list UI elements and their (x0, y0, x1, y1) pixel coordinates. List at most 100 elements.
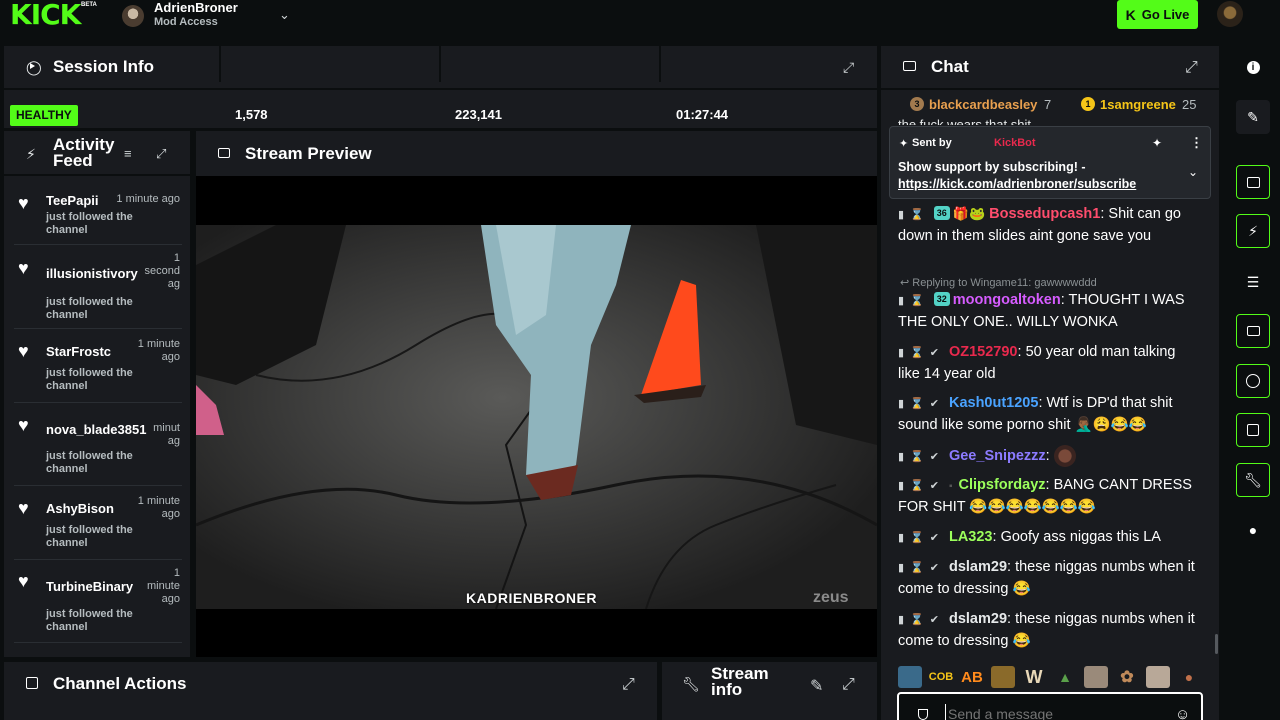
chat-username[interactable]: Bossedupcash1 (989, 206, 1100, 222)
chat-username[interactable]: Gee_Snipezzz (949, 448, 1046, 464)
more-icon[interactable]: ⋮ (1190, 135, 1203, 151)
feed-username[interactable]: AshyBison (46, 501, 114, 516)
go-live-button[interactable]: K Go Live (1117, 0, 1198, 29)
chat-username[interactable]: LA323 (949, 529, 993, 545)
info-icon[interactable]: i (1236, 50, 1270, 84)
chevron-down-icon[interactable]: ⌄ (1188, 165, 1198, 179)
expand-icon[interactable]: ⤢ (1185, 59, 1198, 77)
chat-message[interactable]: ▮⌛ 36 🎁🐸 Bossedupcash1: Shit can go down in… (898, 203, 1198, 247)
feed-action: just followed the channel (46, 211, 133, 236)
channel-avatar[interactable] (122, 5, 144, 27)
stream-preview-icon[interactable] (1236, 165, 1270, 199)
stat-uptime: 01:27:44 (676, 107, 729, 122)
mod-badges-icon: ▮⌛✔ (898, 614, 945, 626)
emote-ab[interactable]: AB (960, 666, 984, 688)
emote-icon[interactable] (1146, 666, 1170, 688)
chat-message[interactable]: ▮⌛✔ dslam29: these niggas numbs when it c… (898, 609, 1198, 652)
emote-cob[interactable]: COB (929, 666, 953, 688)
feed-username[interactable]: TurbineBinary (46, 579, 133, 594)
channel-actions-panel: Channel Actions ⤢ (4, 662, 657, 720)
gifter-rank-badge: 1 (1081, 97, 1095, 111)
chat-message[interactable]: ▮⌛ 32 moongoaltoken: THOUGHT I WAS THE ONL… (898, 290, 1198, 333)
pinned-sender[interactable]: KickBot (994, 137, 1036, 149)
beta-badge: BETA (81, 2, 97, 8)
filter-icon[interactable]: ≡ (124, 146, 132, 161)
chat-input[interactable] (945, 704, 1165, 720)
divider (219, 46, 221, 82)
pinned-link[interactable]: https://kick.com/adrienbroner/subscribe (898, 177, 1136, 191)
lightning-icon: ⚡︎ (26, 146, 36, 162)
emoji-icon[interactable]: ☺ (1175, 706, 1190, 720)
channel-actions-title: Channel Actions (53, 674, 187, 693)
activity-feed-title-line2: Feed (53, 151, 93, 170)
divider (14, 328, 182, 329)
chat-message[interactable]: ▮⌛✔ LA323: Goofy ass niggas this LA (898, 527, 1198, 549)
emote-icon[interactable]: ● (1177, 666, 1201, 688)
feed-username[interactable]: illusionistivory (46, 266, 138, 281)
chat-input-container[interactable]: ☺ (897, 692, 1203, 720)
emote-icon[interactable] (1084, 666, 1108, 688)
divider (14, 244, 182, 245)
feed-username[interactable]: StarFrostc (46, 344, 111, 359)
top-gifter-name[interactable]: 1samgreene (1100, 97, 1176, 112)
video-player[interactable]: KADRIENBRONER zeus (196, 225, 877, 609)
lightning-icon[interactable]: ⚡︎ (1236, 214, 1270, 248)
colon: : (1007, 559, 1016, 575)
top-gifter-name[interactable]: blackcardbeasley (929, 97, 1037, 112)
emote-icon[interactable]: ✿ (1115, 666, 1139, 688)
video-frame (196, 225, 877, 609)
chevron-down-icon[interactable]: ⌄ (279, 7, 290, 23)
expand-icon[interactable]: ⤢ (622, 676, 635, 694)
channel-name[interactable]: AdrienBroner (154, 0, 238, 15)
chat-username[interactable]: OZ152790 (949, 344, 1018, 360)
heart-icon: ♥ (18, 193, 29, 213)
emote-icon[interactable]: ▲ (1053, 666, 1077, 688)
chat-username[interactable]: dslam29 (949, 611, 1007, 627)
expand-icon[interactable]: ⤢ (156, 146, 166, 162)
mod-badges-icon: ▮⌛✔ (898, 532, 945, 544)
subscriber-badge: 32 (933, 292, 950, 306)
expand-icon[interactable]: ⤢ (842, 676, 855, 694)
go-live-label: Go Live (1141, 7, 1190, 22)
kick-logo[interactable]: KICK (10, 1, 81, 29)
chat-bubble-icon[interactable] (1236, 314, 1270, 348)
chat-message[interactable]: ▮⌛✔ Gee_Snipezzz: (898, 445, 1198, 468)
session-info-title: Session Info (53, 57, 155, 76)
emote-icon[interactable] (898, 666, 922, 688)
activity-feed-panel: ⚡︎ Activity Feed ≡ ⤢ ♥ TeePapii 1 minute… (4, 131, 190, 657)
actions-icon[interactable] (1236, 413, 1270, 447)
chat-message[interactable]: ▮⌛✔ OZ152790: 50 year old man talking lik… (898, 342, 1198, 385)
expand-icon[interactable]: ⤢ (843, 59, 854, 76)
feed-username[interactable]: nova_blade3851 (46, 422, 146, 437)
chat-message[interactable]: ▮⌛✔ Kash0ut1205: Wtf is DP'd that shit so… (898, 393, 1198, 436)
feed-time: 1 minute ago (146, 567, 180, 605)
emote-icon[interactable] (991, 666, 1015, 688)
user-avatar[interactable] (1217, 1, 1243, 27)
list-icon[interactable]: ☰ (1236, 265, 1270, 299)
stat-followers: 223,141 (455, 107, 502, 122)
emote-w[interactable]: W (1022, 666, 1046, 688)
badge-icon: ▪ (948, 481, 953, 492)
mod-badges-icon: ▮⌛✔ (898, 480, 945, 492)
divider (14, 642, 182, 643)
play-circle-icon[interactable] (1236, 364, 1270, 398)
mod-badges-icon: ▮⌛✔ (898, 562, 945, 574)
clipped-message: the fuck wears that shit (898, 117, 1031, 125)
gifter-rank-badge: 3 (910, 97, 924, 111)
community-icon[interactable]: ● (1236, 513, 1270, 547)
edit-icon[interactable]: ✎ (1236, 100, 1270, 134)
chat-username[interactable]: moongoaltoken (953, 292, 1061, 308)
chat-username[interactable]: Clipsfordayz (959, 477, 1046, 493)
wrench-icon[interactable]: 🔧︎ (1236, 463, 1270, 497)
feed-username[interactable]: TeePapii (46, 193, 99, 208)
edit-icon[interactable]: ✎ (810, 676, 823, 696)
unpin-icon[interactable]: ✦ (1152, 136, 1162, 150)
chat-message[interactable]: ▮⌛✔ ▪ Clipsfordayz: BANG CANT DRESS FOR SH… (898, 475, 1198, 518)
chat-username[interactable]: Kash0ut1205 (949, 395, 1038, 411)
kick-k-icon: K (1125, 6, 1136, 23)
chat-message[interactable]: ▮⌛✔ dslam29: these niggas numbs when it c… (898, 557, 1198, 600)
chat-scrollbar[interactable] (1215, 634, 1218, 654)
feed-action: just followed the channel (46, 524, 133, 549)
chat-username[interactable]: dslam29 (949, 559, 1007, 575)
pinned-message[interactable]: ✦ Sent by KickBot ✦ ⋮ Show support by su… (889, 126, 1211, 199)
